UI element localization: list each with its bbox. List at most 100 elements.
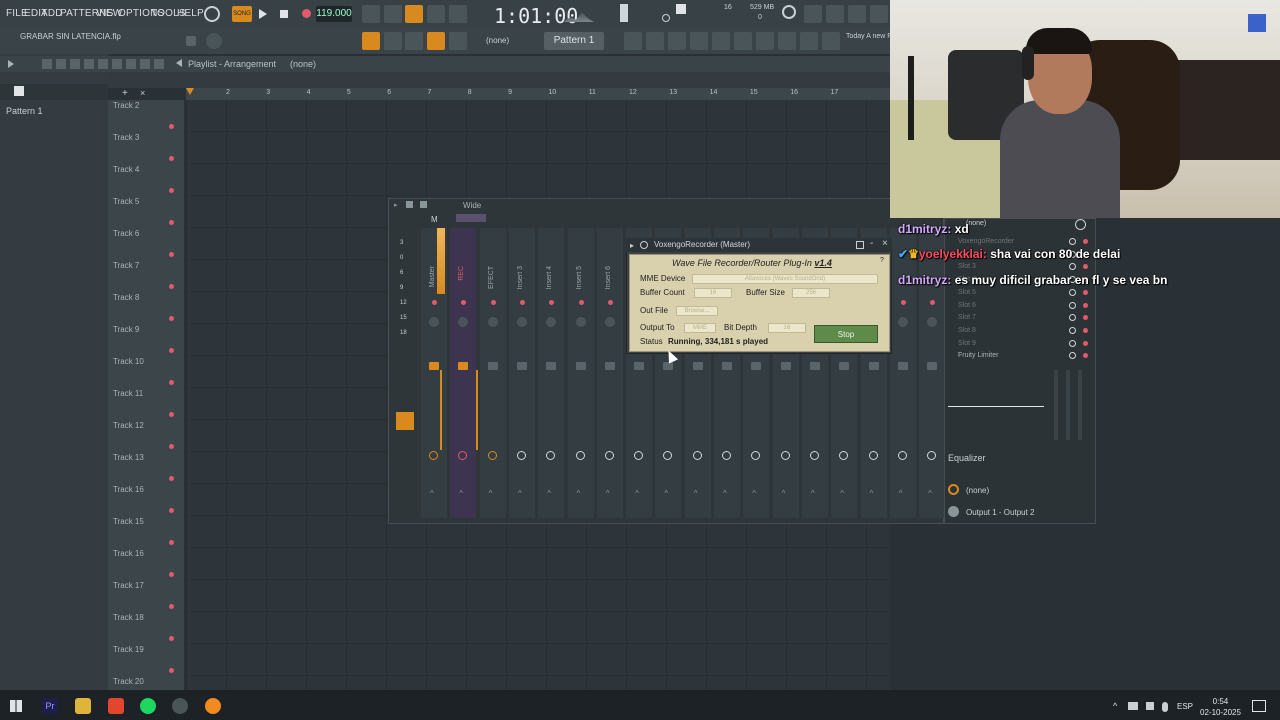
song-time-display[interactable]: 1:01:00 <box>494 4 578 28</box>
mixer-pan-knob[interactable] <box>516 317 527 327</box>
track-mute-led[interactable] <box>169 604 174 609</box>
channel-rack-icon[interactable] <box>668 32 686 50</box>
clock[interactable]: 0:54 02-10-2025 <box>1200 696 1241 718</box>
network-icon[interactable] <box>1128 702 1138 710</box>
bit-depth-field[interactable]: 16 <box>768 323 806 333</box>
panic-icon[interactable] <box>804 5 822 23</box>
voxengo-help-icon[interactable]: ? <box>880 257 884 264</box>
fl-studio-taskbar-icon[interactable] <box>205 698 221 714</box>
mixer-pan-knob[interactable] <box>575 317 586 327</box>
draw-tool-icon[interactable] <box>42 59 52 69</box>
master-knob[interactable] <box>206 33 222 49</box>
track-label[interactable]: Track 8 <box>113 293 139 302</box>
notifications-icon[interactable] <box>1252 700 1266 712</box>
eq-fader-2[interactable] <box>1066 370 1070 440</box>
mixer-volume-fader[interactable] <box>751 362 762 370</box>
mixer-route-arrow-icon[interactable]: ^ <box>518 489 522 498</box>
fx-slot[interactable]: Slot 6 <box>958 302 976 309</box>
mixer-menu-icon[interactable]: ▸ <box>394 201 398 209</box>
delete-tool-icon[interactable] <box>70 59 80 69</box>
track-mute-led[interactable] <box>169 540 174 545</box>
fx-output-selector[interactable]: Output 1 - Output 2 <box>966 508 1034 517</box>
song-mode-toggle[interactable]: SONG <box>232 6 252 22</box>
fx-slot-mix[interactable] <box>1083 289 1088 295</box>
mixer-route-arrow-icon[interactable]: ^ <box>928 489 932 498</box>
metronome-icon[interactable] <box>362 5 380 23</box>
playlist-options-icon[interactable] <box>8 60 14 68</box>
help-icon[interactable] <box>848 5 866 23</box>
track-mute-led[interactable] <box>169 668 174 673</box>
pencil-icon[interactable] <box>405 32 423 50</box>
mixer-volume-fader[interactable] <box>897 362 908 370</box>
tools-icon[interactable] <box>778 32 796 50</box>
mixer-route-arrow-icon[interactable]: ^ <box>430 489 434 498</box>
record-icon[interactable] <box>302 9 311 18</box>
select-tool-icon[interactable] <box>126 59 136 69</box>
mixer-route-arrow-icon[interactable]: ^ <box>664 489 668 498</box>
track-label[interactable]: Track 20 <box>113 677 144 686</box>
mixer-pan-knob[interactable] <box>487 317 498 327</box>
track-label[interactable]: Track 5 <box>113 197 139 206</box>
start-menu-icon[interactable] <box>10 700 22 712</box>
record-mode-icon[interactable] <box>204 6 220 22</box>
refresh-icon[interactable] <box>782 5 796 19</box>
channel-dropdown[interactable]: (none) <box>486 36 509 45</box>
track-label[interactable]: Track 16 <box>113 549 144 558</box>
track-label[interactable]: Track 11 <box>113 389 143 398</box>
fx-slot[interactable]: Slot 7 <box>958 314 976 321</box>
microphone-tray-icon[interactable] <box>1162 702 1168 712</box>
add-track-icon[interactable]: + <box>122 88 132 99</box>
mixer-route-arrow-icon[interactable]: ^ <box>811 489 815 498</box>
track-mute-led[interactable] <box>169 444 174 449</box>
track-mute-led[interactable] <box>169 220 174 225</box>
mixer-volume-fader[interactable] <box>429 362 439 370</box>
loop-record-icon[interactable] <box>449 5 467 23</box>
mixer-volume-fader[interactable] <box>487 362 498 370</box>
fx-slot-mix[interactable] <box>1083 327 1088 333</box>
master-pitch-knob[interactable] <box>662 14 670 22</box>
link-icon[interactable] <box>427 32 445 50</box>
lock-icon[interactable] <box>186 36 196 46</box>
mixer-mute-led[interactable] <box>900 300 906 305</box>
track-label[interactable]: Track 4 <box>113 165 139 174</box>
buffer-count-field[interactable]: 16 <box>694 288 732 298</box>
mixer-mute-led[interactable] <box>519 300 525 305</box>
contact-icon[interactable] <box>822 32 840 50</box>
mixer-volume-fader[interactable] <box>722 362 732 370</box>
mixer-route-arrow-icon[interactable]: ^ <box>782 489 786 498</box>
microphone-icon[interactable] <box>826 5 844 23</box>
track-mute-led[interactable] <box>169 124 174 129</box>
close-track-icon[interactable]: × <box>140 88 150 98</box>
eq-fader-1[interactable] <box>1054 370 1058 440</box>
save-icon[interactable] <box>870 5 888 23</box>
mixer-volume-fader[interactable] <box>634 362 645 370</box>
mixer-route-arrow-icon[interactable]: ^ <box>723 489 727 498</box>
play-icon[interactable] <box>259 9 267 19</box>
track-label[interactable]: Track 17 <box>113 581 144 590</box>
fx-slot-mix[interactable] <box>1083 340 1088 346</box>
track-label[interactable]: Track 3 <box>113 133 139 142</box>
mixer-send-knob[interactable] <box>604 451 614 460</box>
mixer-route-arrow-icon[interactable]: ^ <box>840 489 844 498</box>
mixer-volume-fader[interactable] <box>780 362 791 370</box>
mixer-pan-knob[interactable] <box>897 317 908 327</box>
mixer-send-knob[interactable] <box>780 451 790 460</box>
fx-slot[interactable]: Slot 5 <box>958 289 976 296</box>
mixer-mute-led[interactable] <box>607 300 613 305</box>
track-label[interactable]: Track 16 <box>113 485 144 494</box>
browser-icon[interactable] <box>712 32 730 50</box>
mixer-volume-fader[interactable] <box>458 362 469 370</box>
fx-slot-enable[interactable] <box>1069 326 1076 334</box>
mixer-send-knob[interactable] <box>575 451 585 460</box>
mixer-mute-led[interactable] <box>432 300 437 305</box>
mixer-strip[interactable] <box>919 228 946 518</box>
cart-icon[interactable] <box>800 32 818 50</box>
browser-menu-icon[interactable] <box>14 86 24 96</box>
fx-slot-selector[interactable]: (none) <box>966 220 986 227</box>
timeline-ruler[interactable] <box>186 88 890 100</box>
fx-slot-enable[interactable] <box>1069 288 1076 296</box>
track-mute-led[interactable] <box>169 156 174 161</box>
voxengo-close-icon[interactable]: × <box>882 238 888 249</box>
file-icon[interactable] <box>734 32 752 50</box>
mixer-send-knob[interactable] <box>429 451 438 460</box>
